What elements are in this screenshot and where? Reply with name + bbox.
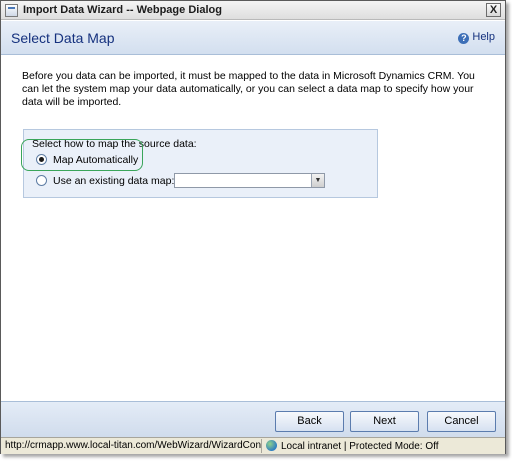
help-icon: ? [458, 33, 470, 44]
status-divider [261, 439, 262, 453]
existing-map-select[interactable]: ▼ [174, 173, 325, 188]
dialog-icon [5, 4, 18, 17]
existing-map-label: Use an existing data map: [53, 175, 175, 187]
intro-text: Before you data can be imported, it must… [22, 70, 475, 108]
status-bar: http://crmapp.www.local-titan.com/WebWiz… [1, 437, 505, 454]
annotation-highlight [21, 139, 143, 171]
next-button[interactable]: Next [350, 411, 419, 432]
security-zone: Local intranet | Protected Mode: Off [266, 440, 439, 452]
back-button[interactable]: Back [275, 411, 344, 432]
existing-map-radio[interactable] [36, 175, 47, 186]
page-title: Select Data Map [11, 30, 115, 46]
security-zone-label: Local intranet | Protected Mode: Off [281, 441, 439, 452]
chevron-down-icon[interactable]: ▼ [311, 174, 324, 187]
window-title: Import Data Wizard -- Webpage Dialog [23, 4, 222, 16]
close-button[interactable]: X [486, 3, 501, 17]
next-label: Next [373, 415, 396, 427]
existing-map-option[interactable]: Use an existing data map: [36, 175, 174, 187]
cancel-label: Cancel [444, 415, 479, 427]
back-label: Back [297, 415, 322, 427]
help-link[interactable]: ? Help [458, 31, 495, 44]
help-label: Help [472, 31, 495, 43]
page-header: Select Data Map ? Help [1, 21, 505, 55]
title-bar: Import Data Wizard -- Webpage Dialog X [1, 1, 505, 20]
dialog-footer: Back Next Cancel [1, 401, 505, 437]
cancel-button[interactable]: Cancel [427, 411, 496, 432]
dialog-window: Import Data Wizard -- Webpage Dialog X S… [0, 0, 506, 454]
globe-icon [266, 440, 277, 451]
status-url: http://crmapp.www.local-titan.com/WebWiz… [5, 440, 261, 451]
